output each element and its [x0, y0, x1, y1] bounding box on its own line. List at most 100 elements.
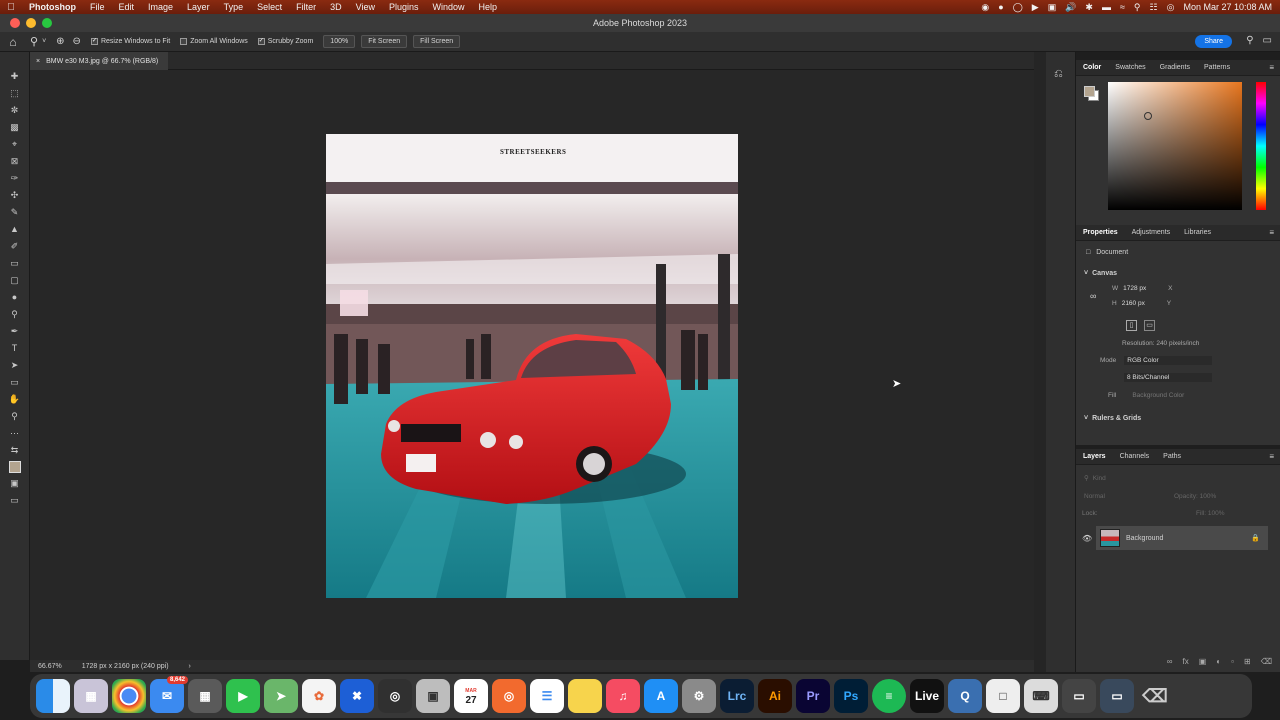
resize-windows-option[interactable]: ✓ Resize Windows to Fit — [90, 38, 170, 45]
premiere-icon[interactable]: Pr — [796, 679, 830, 713]
marquee-tool-icon[interactable]: ⬚ — [8, 87, 22, 100]
link-icon[interactable]: ∞ — [1090, 291, 1096, 301]
share-button[interactable]: Share — [1195, 35, 1232, 48]
record-icon[interactable]: ◯ — [1013, 2, 1023, 13]
fill-dropdown[interactable]: Background Color — [1132, 392, 1184, 399]
tab-swatches[interactable]: Swatches — [1115, 64, 1145, 71]
migration-icon[interactable]: ✖ — [340, 679, 374, 713]
zoom-tool-panel-icon[interactable]: ⚲ — [8, 410, 22, 423]
status-zoom[interactable]: 66.67% — [38, 663, 62, 670]
screen-mode-icon[interactable]: ▭ — [8, 494, 22, 507]
color-picker-handle[interactable] — [1144, 112, 1152, 120]
ableton-live-icon[interactable]: Live — [910, 679, 944, 713]
zoom-tool-icon[interactable]: ⚲ — [30, 35, 38, 48]
menu-3d[interactable]: 3D — [323, 2, 349, 12]
rulers-grids-section[interactable]: ˅ Rulers & Grids — [1084, 415, 1141, 422]
tab-adjustments[interactable]: Adjustments — [1132, 229, 1171, 236]
fx-icon[interactable]: fx — [1183, 657, 1189, 666]
blur-tool-icon[interactable]: ● — [8, 291, 22, 304]
hue-slider[interactable] — [1256, 82, 1266, 210]
gradient-tool-icon[interactable]: ▢ — [8, 274, 22, 287]
object-select-tool-icon[interactable]: ▩ — [8, 121, 22, 134]
zoom-in-icon[interactable]: ⊕ — [56, 36, 64, 47]
home-icon[interactable]: ⌂ — [0, 35, 26, 49]
reminders-icon[interactable]: ☰ — [530, 679, 564, 713]
new-layer-icon[interactable]: ⊞ — [1244, 657, 1251, 666]
move-tool-icon[interactable]: ✚ — [8, 70, 22, 83]
filter-search-icon[interactable]: ⚲ — [1084, 474, 1089, 482]
blend-mode-dropdown[interactable]: Normal — [1084, 493, 1105, 500]
calculator-icon[interactable]: ▦ — [188, 679, 222, 713]
screen-sharing-icon[interactable]: ◎ — [378, 679, 412, 713]
status-doc-info[interactable]: 1728 px x 2160 px (240 ppi) — [82, 663, 169, 670]
system-settings-icon[interactable]: ⚙ — [682, 679, 716, 713]
mask-icon[interactable]: ▣ — [1199, 657, 1207, 666]
spotlight-icon[interactable]: ⚲ — [1134, 2, 1141, 13]
dodge-tool-icon[interactable]: ⚲ — [8, 308, 22, 321]
frame-tool-icon[interactable]: ⊠ — [8, 155, 22, 168]
eyedropper-tool-icon[interactable]: ✑ — [8, 172, 22, 185]
delete-layer-icon[interactable]: ⌫ — [1261, 657, 1272, 666]
finder-window-icon[interactable]: ▭ — [1062, 679, 1096, 713]
panel-divider[interactable] — [1034, 52, 1046, 672]
volume-icon[interactable]: 🔊 — [1065, 2, 1076, 13]
tab-color[interactable]: Color — [1083, 64, 1101, 71]
document-image[interactable]: STREETSEEKERS — [326, 134, 738, 598]
scrubby-zoom-option[interactable]: ✓ Scrubby Zoom — [257, 38, 313, 45]
history-brush-tool-icon[interactable]: ✐ — [8, 240, 22, 253]
fg-bg-swatches[interactable] — [1084, 86, 1100, 102]
fill-screen-button[interactable]: Fill Screen — [413, 35, 461, 48]
zoom-all-option[interactable]: Zoom All Windows — [180, 38, 248, 45]
width-field[interactable]: 1728 px — [1123, 285, 1163, 292]
pen-tool-icon[interactable]: ✒ — [8, 325, 22, 338]
bluetooth-icon[interactable]: ✱ — [1085, 2, 1093, 13]
properties-menu-icon[interactable]: ≡ — [1269, 228, 1274, 237]
status-arrow-icon[interactable]: › — [189, 663, 191, 670]
resize-windows-checkbox[interactable]: ✓ — [90, 38, 98, 45]
tab-channels[interactable]: Channels — [1120, 453, 1150, 460]
more-tools-icon[interactable]: ⋯ — [8, 427, 22, 440]
app-store-icon[interactable]: A — [644, 679, 678, 713]
control-center-icon[interactable]: ☷ — [1150, 2, 1158, 13]
menu-type[interactable]: Type — [217, 2, 251, 12]
stamp-tool-icon[interactable]: ▲ — [8, 223, 22, 236]
screen-recorder-icon[interactable]: ◎ — [492, 679, 526, 713]
zoom-out-icon[interactable]: ⊖ — [73, 36, 81, 47]
layer-kind-dropdown[interactable]: Kind — [1093, 475, 1106, 482]
rectangle-tool-icon[interactable]: ▭ — [8, 376, 22, 389]
spotify-icon[interactable]: ≡ — [872, 679, 906, 713]
lightroom-classic-icon[interactable]: Lrc — [720, 679, 754, 713]
link-layers-icon[interactable]: ∞ — [1167, 657, 1173, 666]
zoom-100-button[interactable]: 100% — [323, 35, 356, 48]
scrubby-zoom-checkbox[interactable]: ✓ — [257, 38, 265, 45]
quicktime-icon[interactable]: Q — [948, 679, 982, 713]
menu-file[interactable]: File — [83, 2, 112, 12]
finder-icon[interactable] — [36, 679, 70, 713]
music-icon[interactable]: ♫ — [606, 679, 640, 713]
eraser-tool-icon[interactable]: ▭ — [8, 257, 22, 270]
tab-libraries[interactable]: Libraries — [1184, 229, 1211, 236]
lasso-tool-icon[interactable]: ✼ — [8, 104, 22, 117]
group-folder-icon[interactable]: ▫ — [1231, 657, 1234, 666]
menubar-clock[interactable]: Mon Mar 27 10:08 AM — [1183, 2, 1272, 12]
photos-icon[interactable]: ✿ — [302, 679, 336, 713]
rulers-chevron-icon[interactable]: ˅ — [1084, 415, 1088, 422]
desktop-window-icon[interactable]: ▭ — [1100, 679, 1134, 713]
canvas-section[interactable]: ˅ Canvas — [1084, 270, 1117, 277]
path-select-tool-icon[interactable]: ➤ — [8, 359, 22, 372]
fit-screen-button[interactable]: Fit Screen — [361, 35, 408, 48]
wifi-icon[interactable]: ≈ — [1120, 2, 1125, 12]
zoom-window-button[interactable] — [42, 18, 52, 28]
menu-image[interactable]: Image — [141, 2, 180, 12]
chevron-down-icon[interactable]: ˅ — [1084, 270, 1088, 277]
tab-properties[interactable]: Properties — [1083, 229, 1118, 236]
status-icon[interactable]: ● — [998, 2, 1003, 12]
layer-row-background[interactable]: 👁 Background 🔒 — [1082, 526, 1268, 550]
tab-patterns[interactable]: Patterns — [1204, 64, 1230, 71]
crop-tool-icon[interactable]: ⌖ — [8, 138, 22, 151]
tab-layers[interactable]: Layers — [1083, 453, 1106, 460]
height-field[interactable]: 2160 px — [1122, 300, 1162, 307]
fill-field[interactable]: Fill: 100% — [1196, 510, 1225, 517]
document-file-icon[interactable]: □ — [986, 679, 1020, 713]
menu-filter[interactable]: Filter — [289, 2, 323, 12]
